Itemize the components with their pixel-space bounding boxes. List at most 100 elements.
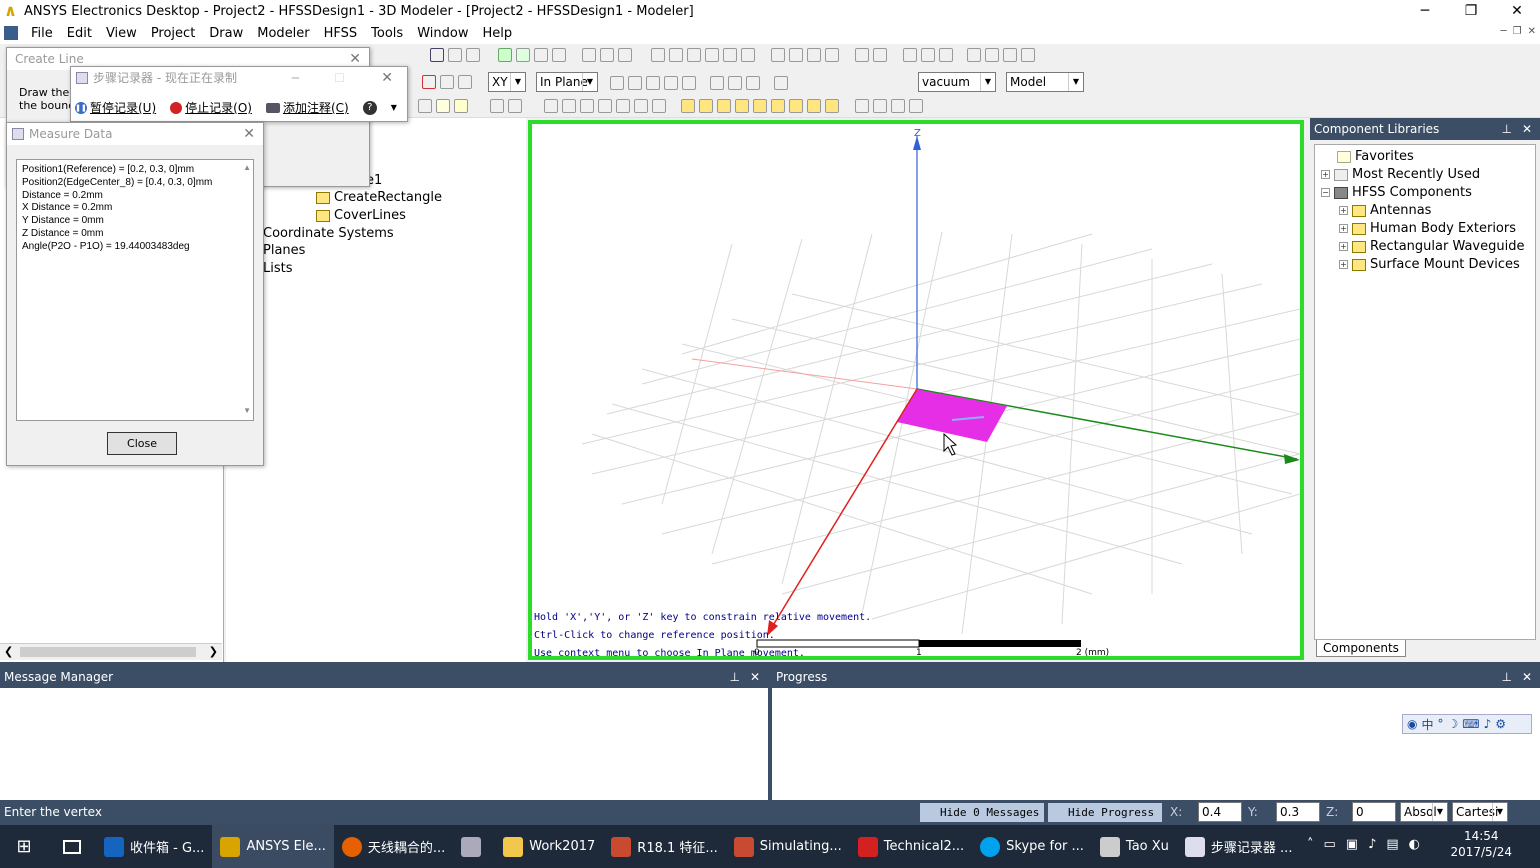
- material-select[interactable]: vacuum ▼: [918, 72, 996, 92]
- 3d-modeler-viewport[interactable]: Z Hold 'X','Y', or 'Z' key to constrain …: [528, 120, 1304, 660]
- ime-mic-icon[interactable]: ♪: [1484, 717, 1492, 731]
- tree-item-create-rectangle[interactable]: CreateRectangle: [316, 190, 442, 205]
- results-icon[interactable]: [533, 47, 548, 62]
- cube-view-icon-6[interactable]: [771, 98, 786, 113]
- modeler-canvas[interactable]: [532, 124, 1300, 656]
- volume-icon[interactable]: ♪: [1368, 837, 1376, 852]
- select-icon-1[interactable]: [543, 98, 558, 113]
- align-icon-4[interactable]: [664, 75, 678, 90]
- pan-icon[interactable]: [651, 47, 666, 62]
- notification-icon[interactable]: ▤: [1386, 837, 1398, 852]
- measure-icon-2[interactable]: [507, 98, 522, 113]
- expand-icon[interactable]: +: [1339, 224, 1348, 233]
- scroll-thumb[interactable]: [20, 647, 196, 657]
- select-icon-7[interactable]: [651, 98, 666, 113]
- library-item-hfss-components[interactable]: − HFSS Components: [1321, 185, 1472, 200]
- ime-gear-icon[interactable]: ⚙: [1495, 717, 1506, 731]
- view-icon-4[interactable]: [1020, 47, 1035, 62]
- tree-item-planes[interactable]: Planes: [263, 243, 305, 258]
- hide-progress-button[interactable]: Hide Progress: [1048, 803, 1162, 822]
- menu-project[interactable]: Project: [144, 26, 202, 41]
- library-item-waveguide[interactable]: + Rectangular Waveguide: [1339, 239, 1524, 254]
- cube-view-icon-9[interactable]: [825, 98, 840, 113]
- tree-item-cover-lines[interactable]: CoverLines: [316, 208, 406, 223]
- ime-toolbar[interactable]: ◉ 中 ° ☽ ⌨ ♪ ⚙: [1402, 714, 1532, 734]
- close-button[interactable]: Close: [107, 432, 177, 455]
- line-icon[interactable]: [440, 74, 454, 89]
- ime-icon[interactable]: ◐: [1409, 837, 1420, 852]
- close-icon[interactable]: ✕: [750, 666, 760, 688]
- arc-icon[interactable]: [458, 74, 472, 89]
- taskbar-item-work2017[interactable]: Work2017: [495, 825, 603, 868]
- find-icon[interactable]: [581, 47, 596, 62]
- ime-logo-icon[interactable]: ◉: [1407, 717, 1417, 731]
- z-coordinate-input[interactable]: 0: [1352, 802, 1396, 822]
- boolean-icon-3[interactable]: [745, 75, 760, 90]
- zoom-area-icon[interactable]: [789, 47, 804, 62]
- taskbar-item-app[interactable]: [453, 825, 495, 868]
- pin-icon[interactable]: ⊥: [1502, 666, 1512, 688]
- highlight-icon[interactable]: [454, 98, 468, 113]
- coord-icon-3[interactable]: [891, 98, 906, 113]
- library-item-recent[interactable]: + Most Recently Used: [1321, 167, 1480, 182]
- cube-view-icon-5[interactable]: [753, 98, 768, 113]
- pause-record-button[interactable]: ❚❚ 暂停记录(U): [75, 99, 156, 116]
- tree-item-coordinate-systems[interactable]: Coordinate Systems: [263, 226, 394, 241]
- view-icon-2[interactable]: [984, 47, 999, 62]
- expand-icon[interactable]: +: [1321, 170, 1330, 179]
- close-icon[interactable]: ✕: [381, 67, 393, 89]
- rotate-z-icon[interactable]: [723, 47, 738, 62]
- expand-icon[interactable]: +: [1339, 206, 1348, 215]
- cube-view-icon-8[interactable]: [807, 98, 822, 113]
- close-icon[interactable]: ✕: [1494, 0, 1540, 22]
- rotate-icon[interactable]: [669, 47, 684, 62]
- taskbar-item-step-recorder[interactable]: 步骤记录器 ...: [1177, 825, 1301, 868]
- library-item-favorites[interactable]: Favorites: [1337, 149, 1414, 164]
- align-icon-5[interactable]: [682, 75, 696, 90]
- menu-edit[interactable]: Edit: [60, 26, 99, 41]
- menu-tools[interactable]: Tools: [364, 26, 410, 41]
- add-comment-button[interactable]: 添加注释(C): [265, 99, 349, 116]
- tab-components[interactable]: Components: [1316, 640, 1406, 657]
- stop-icon[interactable]: [466, 47, 480, 62]
- menu-view[interactable]: View: [99, 26, 144, 41]
- network-icon[interactable]: ▣: [1346, 837, 1358, 852]
- movement-mode-select[interactable]: In Plane ▼: [536, 72, 598, 92]
- scroll-down-icon[interactable]: ▼: [243, 405, 251, 418]
- mdi-minimize-icon[interactable]: ─: [1501, 26, 1507, 37]
- tool-icon[interactable]: [448, 47, 462, 62]
- taskbar-item-simulating[interactable]: Simulating...: [726, 825, 850, 868]
- taskbar-item-r181[interactable]: R18.1 特征...: [603, 825, 726, 868]
- select-icon-4[interactable]: [597, 98, 612, 113]
- coordinate-type-select[interactable]: Cartesi ▼: [1452, 802, 1508, 822]
- pin-icon[interactable]: ⊥: [730, 666, 740, 688]
- select-icon-5[interactable]: [615, 98, 630, 113]
- cube-view-icon-4[interactable]: [735, 98, 750, 113]
- zoom-in-icon[interactable]: [771, 47, 786, 62]
- taskbar-item-tao-xu[interactable]: Tao Xu: [1092, 825, 1177, 868]
- menu-file[interactable]: File: [24, 26, 60, 41]
- close-icon[interactable]: ✕: [1522, 118, 1532, 140]
- menu-draw[interactable]: Draw: [202, 26, 250, 41]
- maximize-icon[interactable]: ☐: [334, 67, 345, 89]
- stop-record-button[interactable]: 停止记录(O): [170, 99, 252, 116]
- cube-view-icon-7[interactable]: [789, 98, 804, 113]
- menu-window[interactable]: Window: [410, 26, 475, 41]
- taskbar-item-outlook[interactable]: 收件箱 - G...: [96, 825, 212, 868]
- menu-modeler[interactable]: Modeler: [250, 26, 316, 41]
- mdi-close-icon[interactable]: ✕: [1528, 26, 1536, 37]
- taskbar-item-skype[interactable]: Skype for ...: [972, 825, 1092, 868]
- show-icon[interactable]: [920, 47, 935, 62]
- fit-all-icon[interactable]: [807, 47, 822, 62]
- minimize-icon[interactable]: ─: [292, 67, 299, 89]
- tree-hscrollbar[interactable]: ❮ ❯: [0, 643, 222, 660]
- select-icon-6[interactable]: [633, 98, 648, 113]
- hide-messages-button[interactable]: Hide 0 Messages: [920, 803, 1044, 822]
- snap-icon[interactable]: [436, 98, 450, 113]
- start-button[interactable]: ⊞: [0, 825, 48, 868]
- rotate-y-icon[interactable]: [705, 47, 720, 62]
- plane-select[interactable]: XY ▼: [488, 72, 526, 92]
- rotate-x-icon[interactable]: [687, 47, 702, 62]
- undo-icon[interactable]: [599, 47, 614, 62]
- boolean-icon-1[interactable]: [709, 75, 724, 90]
